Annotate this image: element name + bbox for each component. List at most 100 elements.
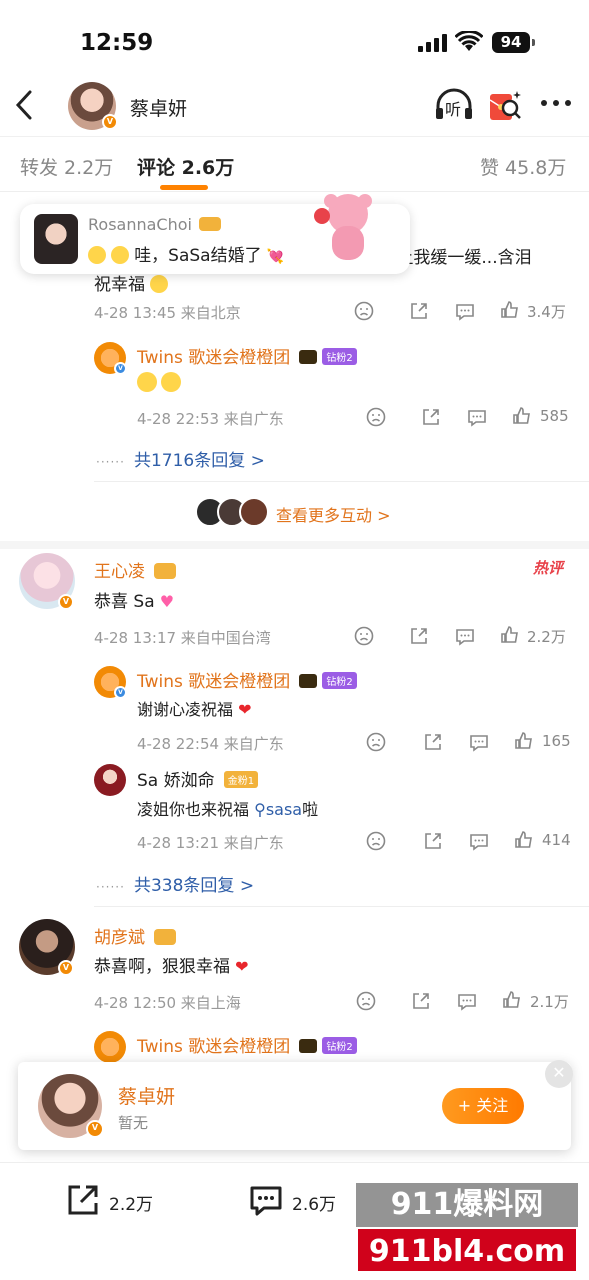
tab-bar: 转发 2.2万 评论 2.6万 赞 45.8万 [0,136,589,192]
reply-username[interactable]: Twins 歌迷会橙橙团 [137,672,290,692]
share-icon[interactable] [423,732,443,752]
fan-badge: 金粉1 [223,771,259,788]
battery-indicator: 94 [492,32,535,53]
crown-icon [299,674,318,688]
like-icon[interactable] [514,731,534,751]
more-interactions-link[interactable]: 查看更多互动 > [276,502,391,526]
comment-icon[interactable] [457,991,477,1011]
comment-header: 胡彦斌 [94,923,177,948]
follow-button[interactable]: + 关注 [442,1088,524,1124]
follow-subtitle: 暂无 [118,1114,149,1132]
share-icon[interactable] [421,407,441,427]
toast-username: RosannaChoi [88,215,192,234]
dislike-icon[interactable] [354,626,374,646]
reply-meta: 4-28 22:53 来自广东 [137,410,284,428]
share-icon[interactable] [423,831,443,851]
comment-icon[interactable] [455,301,475,321]
like-icon[interactable] [512,406,532,426]
crown-icon [154,563,177,579]
red-envelope-icon[interactable] [487,88,523,122]
reply-actions: 165 [362,731,572,753]
status-time: 12:59 [80,30,154,56]
tab-repost[interactable]: 转发 2.2万 [20,153,113,180]
dislike-icon[interactable] [354,301,374,321]
listen-button[interactable]: 听 [434,88,474,122]
comment-header: 王心凌 [94,557,177,582]
comment-meta: 4-28 13:17 来自中国台湾 [94,629,271,647]
fan-badge: 钻粉2 [322,348,357,365]
reply-avatar[interactable] [94,1031,126,1063]
dislike-icon[interactable] [366,407,386,427]
listen-label: 听 [445,100,462,119]
close-card-button[interactable]: ✕ [545,1060,573,1088]
like-count: 3.4万 [527,303,566,321]
tab-comments[interactable]: 评论 2.6万 [137,153,234,180]
watermark-line1: 911爆料网 [356,1183,578,1227]
more-replies-link[interactable]: ······ 共1716条回复 > [96,446,265,471]
share-icon[interactable] [409,626,429,646]
more-replies-link[interactable]: ······ 共338条回复 > [96,871,254,896]
back-arrow-icon[interactable] [14,88,36,122]
toast-body: 哇，SaSa结婚了 💘 [88,241,284,266]
more-replies-text: 共338条回复 > [133,876,255,896]
crown-icon [299,350,318,364]
toast-header: RosannaChoi [88,215,222,234]
reply-header: Twins 歌迷会橙橙团 钻粉2 [137,343,357,368]
dislike-icon[interactable] [366,831,386,851]
comment-text: 恭喜 Sa [94,592,155,612]
crown-icon [154,929,177,945]
reply-header: Twins 歌迷会橙橙团 钻粉2 [137,1032,357,1057]
tab-likes[interactable]: 赞 45.8万 [480,153,566,180]
more-replies-text: 共1716条回复 > [133,451,265,471]
search-icon: ⚲ [254,800,266,819]
dislike-icon[interactable] [356,991,376,1011]
laugh-emojis [137,372,181,396]
verified-icon: V [114,362,127,375]
comment-icon[interactable] [469,831,489,851]
cellular-signal-icon [418,34,448,52]
comment-count[interactable]: 2.6万 [292,1190,336,1215]
more-options-icon[interactable] [540,96,572,110]
comment-icon[interactable] [455,626,475,646]
comment-username[interactable]: 胡彦斌 [94,928,145,948]
section-divider [0,541,589,549]
reply-username[interactable]: Sa 娇洳命 [137,771,215,791]
surprise-emoji-icon [88,246,106,264]
hot-comment-tag: 热评 [533,559,564,577]
mention-toast[interactable]: RosannaChoi 哇，SaSa结婚了 💘 [20,194,410,274]
heart-emoji-icon: ❤ [235,957,249,976]
like-count: 2.1万 [530,993,569,1011]
comment-icon[interactable] [249,1183,283,1217]
comment-icon[interactable] [469,732,489,752]
search-link[interactable]: sasa [266,800,302,819]
like-icon[interactable] [502,990,522,1010]
reply-body: 谢谢心凌祝福 ❤ [137,696,252,720]
dots-divider: ······ [96,880,125,894]
reply-username[interactable]: Twins 歌迷会橙橙团 [137,348,290,368]
repost-icon[interactable] [66,1183,100,1217]
share-icon[interactable] [409,301,429,321]
reply-text: 凌姐你也来祝福 [137,800,250,819]
reply-avatar[interactable] [94,764,126,796]
wifi-icon [455,31,483,51]
comment-username[interactable]: 王心凌 [94,562,145,582]
interaction-avatars[interactable] [195,497,269,527]
reply-header: Sa 娇洳命 金粉1 [137,766,259,791]
dislike-icon[interactable] [366,732,386,752]
site-watermark: 911爆料网 911bl4.com [356,1183,578,1273]
comment-body: 恭喜啊，狠狠幸福 ❤ [94,952,249,977]
like-icon[interactable] [514,830,534,850]
reply-username[interactable]: Twins 歌迷会橙橙团 [137,1037,290,1057]
like-icon[interactable] [500,625,520,645]
share-icon[interactable] [411,991,431,1011]
verified-icon: V [58,960,74,976]
repost-count[interactable]: 2.2万 [109,1190,153,1215]
fan-badge: 钻粉2 [322,1037,357,1054]
toast-text: 哇，SaSa结婚了 [134,246,262,266]
reply-actions: 585 [362,406,572,428]
divider [94,906,589,907]
comment-icon[interactable] [467,407,487,427]
dots-divider: ······ [96,455,125,469]
like-icon[interactable] [500,300,520,320]
like-count: 585 [540,407,569,425]
